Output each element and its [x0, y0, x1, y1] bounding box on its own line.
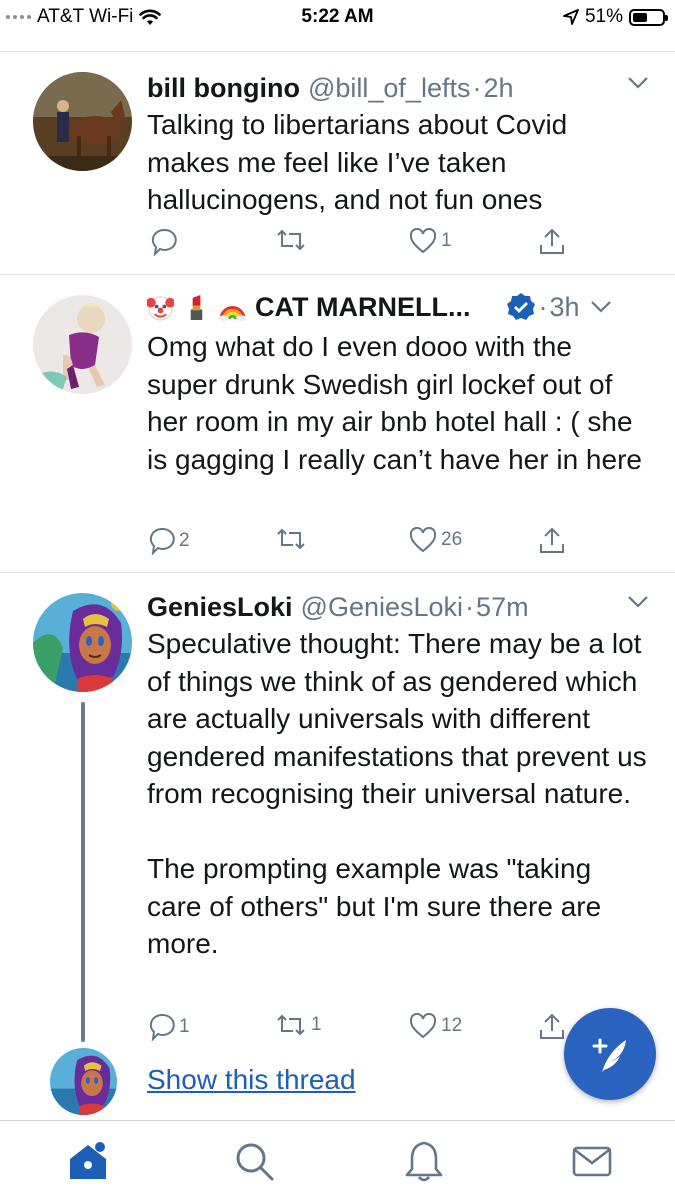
battery-fill — [633, 12, 648, 22]
like-count: 1 — [441, 230, 452, 251]
tweet-actions: 1 — [147, 228, 587, 262]
tweet-header: CAT MARNELL... · 3h — [147, 289, 655, 325]
reply-count: 1 — [179, 1016, 190, 1037]
separator-dot: · — [538, 291, 548, 322]
handle[interactable]: @bill_of_lefts — [308, 73, 471, 104]
location-arrow-icon — [563, 9, 579, 25]
display-name[interactable]: GeniesLoki — [147, 592, 293, 623]
heart-icon — [409, 228, 437, 254]
share-button[interactable] — [539, 1013, 565, 1041]
thread-avatar[interactable] — [50, 1048, 117, 1115]
show-thread-link[interactable]: Show this thread — [147, 1064, 356, 1096]
like-count: 26 — [441, 529, 463, 550]
display-name[interactable]: CAT MARNELL... — [255, 292, 470, 323]
home-icon — [70, 1142, 106, 1179]
timestamp: 2h — [483, 72, 514, 103]
tweet[interactable]: CAT MARNELL... · 3h Omg what do I even d… — [0, 275, 675, 573]
chevron-down-icon[interactable] — [627, 595, 649, 609]
share-button[interactable] — [539, 228, 565, 256]
previous-tweet-edge — [0, 34, 675, 52]
share-icon — [540, 1013, 564, 1039]
tweet-text: Omg what do I even dooo with the super d… — [147, 331, 642, 475]
like-button[interactable]: 1 — [409, 228, 452, 254]
separator-dot: · — [465, 591, 475, 622]
reply-button[interactable]: 2 — [149, 527, 190, 555]
tweet-text: Talking to libertarians about Covid make… — [147, 109, 576, 215]
tweet[interactable]: bill bongino @bill_of_lefts · 2h Talking… — [0, 52, 675, 275]
tab-home[interactable] — [66, 1139, 110, 1183]
reply-icon — [149, 527, 175, 555]
avatar[interactable] — [33, 72, 132, 171]
retweet-button[interactable] — [275, 527, 307, 551]
heart-icon — [409, 527, 437, 553]
retweet-icon — [277, 1014, 305, 1036]
avatar[interactable] — [33, 593, 132, 692]
battery-icon — [629, 8, 668, 26]
chevron-down-icon[interactable] — [590, 300, 612, 314]
verified-badge-icon — [507, 293, 536, 320]
tweet-header: bill bongino @bill_of_lefts · 2h — [147, 70, 655, 106]
tab-messages[interactable] — [570, 1139, 614, 1183]
notifications-bell-icon — [405, 1141, 443, 1182]
tab-notifications[interactable] — [402, 1139, 446, 1183]
reply-button[interactable] — [151, 228, 177, 256]
chevron-down-icon[interactable] — [627, 76, 649, 90]
retweet-icon — [277, 229, 305, 251]
share-icon — [540, 527, 564, 553]
rainbow-icon — [219, 305, 246, 321]
battery-percent: 51% — [584, 6, 623, 27]
reply-icon — [151, 228, 177, 256]
clown-face-icon — [147, 295, 174, 321]
retweet-icon — [277, 528, 305, 550]
timestamp: 57m — [476, 591, 529, 622]
display-name[interactable]: bill bongino — [147, 73, 300, 104]
status-bar: AT&T Wi-Fi 5:22 AM 51% — [0, 0, 675, 34]
bottom-tab-bar — [0, 1120, 675, 1200]
tab-search[interactable] — [232, 1139, 276, 1183]
share-icon — [540, 228, 564, 254]
handle[interactable]: @GeniesLoki — [301, 592, 464, 623]
tweet-text: Speculative thought: There may be a lot … — [147, 628, 647, 959]
heart-icon — [409, 1013, 437, 1039]
like-count: 12 — [441, 1015, 463, 1036]
compose-tweet-button[interactable] — [564, 1008, 656, 1100]
battery-group: 51% — [563, 6, 668, 28]
reply-icon — [149, 1013, 175, 1041]
tweet-actions: 1 1 12 — [147, 1013, 587, 1047]
reply-button[interactable]: 1 — [149, 1013, 190, 1041]
lipstick-icon — [190, 294, 203, 320]
tweet-header: GeniesLoki @GeniesLoki · 57m — [147, 589, 655, 625]
avatar[interactable] — [33, 295, 132, 394]
share-button[interactable] — [539, 527, 565, 555]
messages-mail-icon — [572, 1146, 612, 1177]
like-button[interactable]: 12 — [409, 1013, 462, 1039]
retweet-count: 1 — [311, 1014, 322, 1035]
thread-connector-line — [81, 702, 85, 1042]
compose-feather-icon — [592, 1038, 626, 1072]
tweet-actions: 2 26 — [147, 527, 587, 561]
retweet-button[interactable]: 1 — [275, 1013, 322, 1037]
search-icon — [236, 1143, 274, 1181]
reply-count: 2 — [179, 530, 190, 551]
separator-dot: · — [472, 72, 482, 103]
timestamp: 3h — [549, 291, 580, 322]
retweet-button[interactable] — [275, 228, 307, 252]
like-button[interactable]: 26 — [409, 527, 462, 553]
